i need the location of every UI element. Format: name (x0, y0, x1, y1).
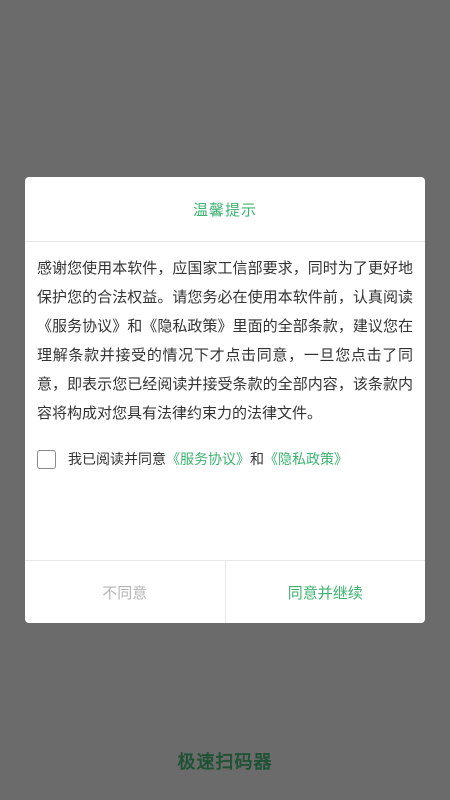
agreement-checkbox[interactable] (37, 449, 56, 469)
app-name: 极速扫码器 (177, 752, 273, 773)
agree-continue-button[interactable]: 同意并继续 (226, 561, 426, 623)
dialog-title: 温馨提示 (192, 200, 257, 219)
dialog-header: 温馨提示 (25, 177, 425, 242)
service-agreement-link[interactable]: 《服务协议》 (166, 452, 250, 468)
agreement-conjunction: 和 (250, 452, 264, 468)
dialog-body: 感谢您使用本软件，应国家工信部要求，同时为了更好地保护您的合法权益。请您务必在使… (25, 242, 425, 471)
dialog-body-text: 感谢您使用本软件，应国家工信部要求，同时为了更好地保护您的合法权益。请您务必在使… (37, 259, 413, 422)
privacy-policy-link[interactable]: 《隐私政策》 (264, 452, 348, 468)
dialog-footer: 不同意 同意并继续 (25, 560, 425, 623)
agreement-text: 我已阅读并同意《服务协议》和《隐私政策》 (68, 449, 348, 469)
privacy-dialog: 温馨提示 感谢您使用本软件，应国家工信部要求，同时为了更好地保护您的合法权益。请… (25, 177, 425, 623)
agreement-row: 我已阅读并同意《服务协议》和《隐私政策》 (37, 447, 413, 471)
disagree-button[interactable]: 不同意 (25, 561, 226, 623)
agreement-prefix: 我已阅读并同意 (68, 452, 166, 468)
